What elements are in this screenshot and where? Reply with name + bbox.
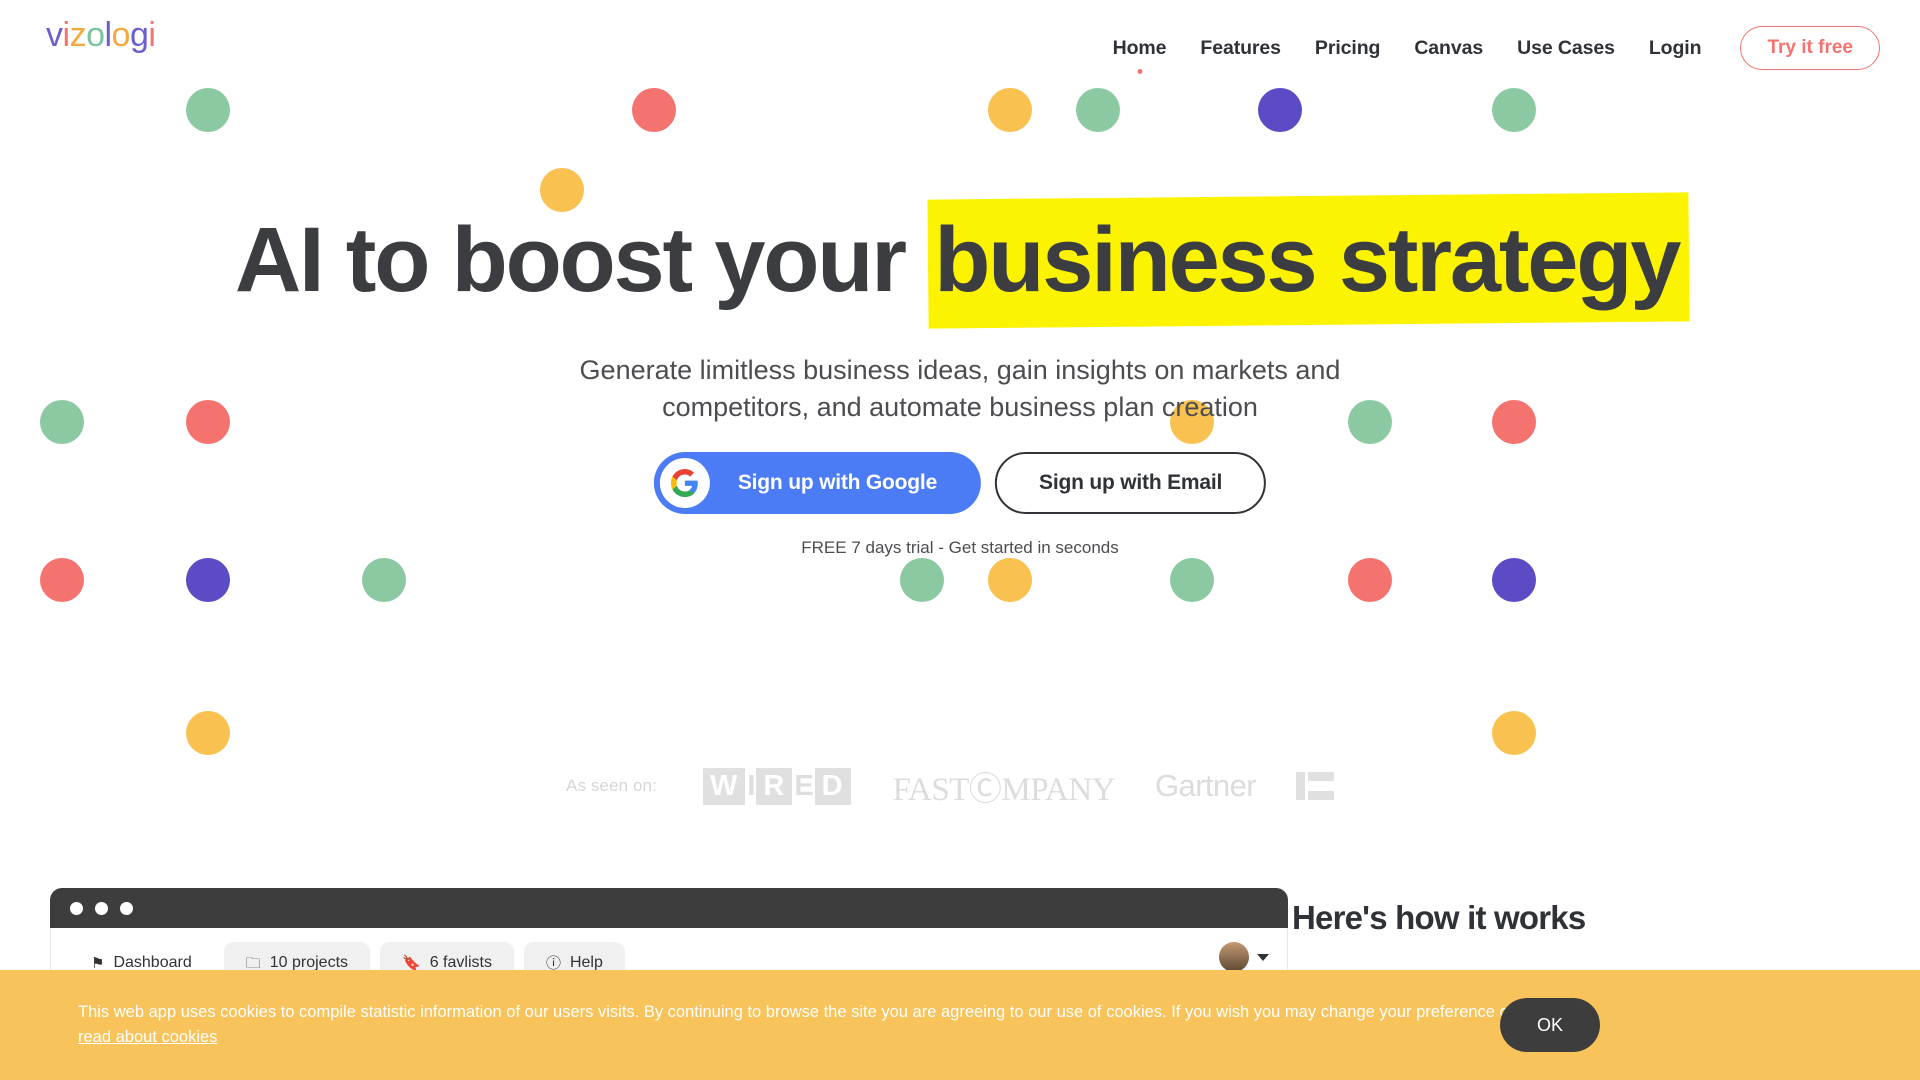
decorative-dot-purple [1258, 88, 1302, 132]
decorative-dot-yellow [988, 558, 1032, 602]
mockup-user-menu[interactable] [1219, 942, 1269, 972]
logo-letter-3: o [86, 16, 105, 54]
cookie-message: This web app uses cookies to compile sta… [78, 1000, 1538, 1050]
vizologi-logo[interactable]: vizologi [46, 16, 156, 54]
bookmark-icon: 🔖 [402, 954, 421, 972]
cookie-message-text: This web app uses cookies to compile sta… [78, 1003, 1515, 1022]
nav-item-canvas[interactable]: Canvas [1397, 37, 1500, 60]
nav-active-indicator [1137, 68, 1143, 74]
logo-letter-2: z [69, 16, 87, 54]
logo-letter-0: v [46, 16, 63, 54]
as-seen-on-label: As seen on: [566, 776, 657, 795]
cookie-banner: This web app uses cookies to compile sta… [0, 970, 1920, 1080]
pin-icon: ⚑ [91, 954, 105, 972]
window-dot-minimize-icon[interactable] [95, 901, 108, 915]
fastcompany-logo: FASTⒸMPANY [892, 772, 1116, 808]
nav-item-label: Pricing [1314, 36, 1381, 59]
logo-letter-7: i [148, 16, 156, 54]
headline-plain-text: AI to boost your [234, 209, 907, 311]
decorative-dot-yellow [540, 168, 584, 212]
nav-item-label: Home [1112, 36, 1167, 59]
signup-google-button[interactable]: Sign up with Google [653, 452, 982, 514]
social-proof-row: As seen on: WIRED FASTⒸMPANY Gartner [0, 762, 1920, 810]
decorative-dot-red [1348, 558, 1392, 602]
google-icon [659, 458, 710, 508]
decorative-dot-yellow [1492, 711, 1536, 755]
hero-headline: AI to boost your business strategy [0, 192, 1920, 329]
nav-item-home[interactable]: Home [1096, 36, 1184, 74]
window-dot-maximize-icon[interactable] [120, 901, 133, 915]
nav-item-use-cases[interactable]: Use Cases [1500, 37, 1632, 60]
logo-letter-4: l [104, 16, 112, 54]
chevron-down-icon [1257, 953, 1269, 961]
try-it-free-button[interactable]: Try it free [1740, 26, 1880, 70]
decorative-dot-red [1492, 400, 1536, 444]
window-dot-close-icon[interactable] [70, 901, 83, 915]
landing-page: vizologi Home Features Pricing Canvas Use Ca… [0, 0, 1920, 1080]
decorative-dot-yellow [186, 711, 230, 755]
cookie-policy-link[interactable]: read about cookies [78, 1028, 217, 1046]
nav-item-label: Use Cases [1517, 36, 1615, 59]
help-icon: ⓘ [545, 954, 561, 972]
decorative-dot-green [40, 400, 84, 444]
decorative-dot-green [186, 88, 230, 132]
techcrunch-logo [1295, 772, 1334, 800]
hero-subheadline: Generate limitless business ideas, gain … [579, 355, 1341, 422]
hero-cta-row: Sign up with Google Sign up with Email [653, 452, 1267, 514]
decorative-dot-green [1492, 88, 1536, 132]
avatar [1219, 942, 1249, 972]
site-header: vizologi Home Features Pricing Canvas Use Ca… [0, 0, 1920, 80]
main-navigation: Home Features Pricing Canvas Use Cases Login T… [1096, 26, 1880, 74]
decorative-dot-green [362, 558, 406, 602]
decorative-dot-red [632, 88, 676, 132]
headline-highlight-text: business strategy [934, 209, 1681, 311]
decorative-dot-purple [186, 558, 230, 602]
nav-item-label: Canvas [1414, 36, 1484, 59]
nav-item-label: Login [1648, 36, 1702, 59]
folder-icon: 🗀 [245, 954, 261, 972]
decorative-dot-green [1076, 88, 1120, 132]
nav-item-features[interactable]: Features [1183, 37, 1298, 60]
decorative-dot-green [1170, 558, 1214, 602]
logo-letter-6: g [129, 16, 149, 54]
logo-letter-5: o [111, 16, 131, 54]
nav-item-pricing[interactable]: Pricing [1298, 37, 1397, 60]
decorative-dot-yellow [988, 88, 1032, 132]
cookie-ok-button[interactable]: OK [1500, 998, 1600, 1052]
signup-google-label: Sign up with Google [737, 471, 938, 494]
gartner-logo: Gartner [1155, 768, 1257, 803]
how-it-works-title: Here's how it works [1292, 899, 1586, 936]
decorative-dot-purple [1492, 558, 1536, 602]
nav-item-label: Features [1200, 36, 1281, 59]
mockup-titlebar [50, 888, 1288, 928]
trial-note: FREE 7 days trial - Get started in secon… [801, 538, 1119, 557]
decorative-dot-green [900, 558, 944, 602]
headline-highlight-wrap: business strategy [927, 192, 1690, 329]
wired-logo: WIRED [702, 767, 853, 805]
logo-letter-1: i [62, 16, 71, 54]
nav-item-login[interactable]: Login [1632, 37, 1719, 60]
signup-email-button[interactable]: Sign up with Email [995, 452, 1267, 514]
decorative-dot-red [40, 558, 84, 602]
decorative-dot-red [186, 400, 230, 444]
